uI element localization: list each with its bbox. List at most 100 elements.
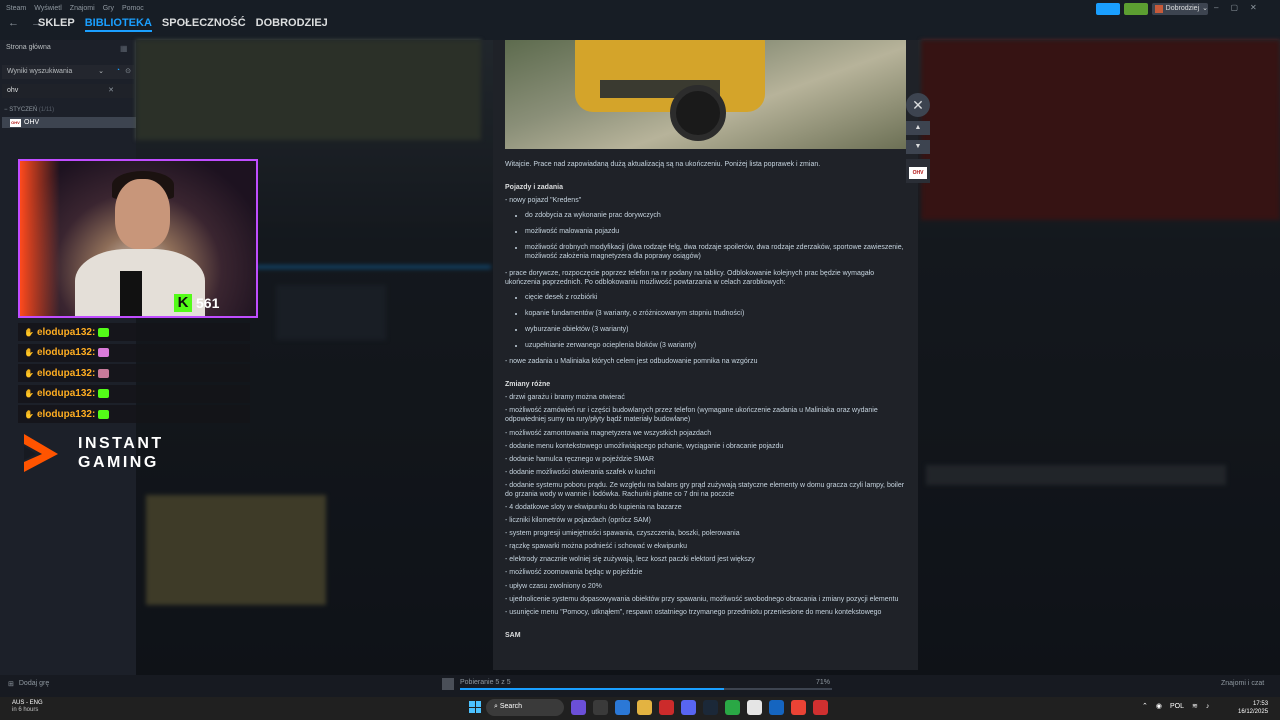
clear-search-icon[interactable]: ✕ (108, 86, 114, 94)
article-header-image (505, 40, 906, 149)
add-game-button[interactable]: ⊞ Dodaj grę (8, 680, 49, 688)
change-item: - dodanie możliwości otwierania szafek w… (505, 468, 656, 476)
weather-widget[interactable]: AUS - ENG in 6 hours (12, 700, 43, 714)
windows-start-icon[interactable] (469, 701, 481, 713)
chat-message: ✋ elodupa132: (18, 343, 250, 362)
sidebar-game-item[interactable]: OHV OHV (2, 117, 136, 128)
language-indicator[interactable]: POL (1170, 703, 1184, 710)
menu-help[interactable]: Pomoc (122, 5, 144, 12)
change-item: - drzwi garażu i bramy można otwierać (505, 394, 625, 402)
copilot-icon[interactable] (615, 700, 630, 715)
stream-chat: ✋ elodupa132: ✋ elodupa132: ✋ elodupa132… (18, 323, 250, 426)
chevron-down-icon: ⌄ (1202, 5, 1208, 12)
chat-message: ✋ elodupa132: (18, 405, 250, 424)
download-status[interactable]: Pobieranie 5 z 5 (460, 679, 511, 686)
grid-view-icon[interactable]: ▦ (120, 44, 128, 53)
clock-icon[interactable]: ◔ (116, 67, 120, 74)
obs-icon[interactable] (813, 700, 828, 715)
sidebar-home[interactable]: Strona główna (6, 44, 51, 51)
file-explorer-icon[interactable] (637, 700, 652, 715)
download-percent: 71% (816, 679, 831, 686)
filter-label: Wyniki wyszukiwania (7, 68, 73, 75)
close-icon[interactable]: ✕ (1250, 3, 1257, 12)
volume-icon[interactable]: ♪ (1206, 703, 1210, 710)
wifi-icon[interactable]: ≋ (1192, 702, 1198, 710)
chat-username: elodupa132: (36, 408, 96, 420)
sponsor-line1: INSTANT (78, 435, 164, 452)
streamer-face (115, 179, 170, 249)
chat-message: ✋ elodupa132: (18, 323, 250, 341)
download-icon[interactable]: ⊙ (125, 67, 131, 75)
emote-icon (98, 389, 110, 399)
taskbar-search[interactable]: ⌕ Search (486, 699, 564, 716)
filter-dropdown[interactable]: Wyniki wyszukiwania ⌄ ◔ ⊙ (2, 65, 134, 79)
restore-icon[interactable]: ▢ (1230, 3, 1238, 12)
chat-username: elodupa132: (36, 347, 96, 359)
steam-titlebar: Steam Wyświetl Znajomi Gry Pomoc ← → SKL… (0, 0, 1280, 40)
back-arrow-icon[interactable]: ← (8, 17, 19, 29)
chat-username: elodupa132: (36, 367, 96, 379)
chevron-down-icon: ⌄ (98, 68, 104, 75)
friends-chat-button[interactable]: Znajomi i czat (1221, 680, 1264, 687)
nav-library[interactable]: BIBLIOTEKA (84, 17, 152, 32)
notion-icon[interactable] (747, 700, 762, 715)
emote-icon (98, 327, 110, 337)
yellow-car (575, 40, 765, 112)
library-search-input[interactable]: ohv ✕ (2, 84, 134, 98)
nav-store[interactable]: SKLEP (38, 17, 75, 32)
close-modal-icon[interactable]: ✕ (906, 93, 930, 117)
article-intro: Witajcie. Prace nad zapowiadaną dużą akt… (505, 161, 821, 168)
change-item: - ujednolicenie systemu dopasowywania ob… (505, 595, 899, 603)
hand-icon: ✋ (24, 409, 34, 419)
chevron-up-icon[interactable]: ⌃ (1142, 702, 1148, 710)
hand-icon: ✋ (24, 348, 34, 358)
change-item: - usunięcie menu "Pomocy, utknąłem", res… (505, 608, 882, 616)
menu-games[interactable]: Gry (103, 5, 114, 12)
menu-steam[interactable]: Steam (6, 5, 26, 12)
instant-gaming-logo-icon (24, 434, 58, 472)
chat-username: elodupa132: (36, 388, 96, 400)
led-strip (20, 161, 60, 316)
app-icon[interactable] (725, 700, 740, 715)
microphone (120, 271, 142, 316)
collection-header[interactable]: − STYCZEŃ (1/11) (4, 107, 54, 113)
download-game-thumbnail[interactable] (442, 678, 454, 690)
chrome-icon[interactable] (791, 700, 806, 715)
tray-app-icon[interactable]: ◉ (1156, 702, 1162, 710)
add-game-label: Dodaj grę (18, 680, 50, 687)
list-item: uzupełnianie zerwanego ocieplenia bloków… (525, 341, 906, 350)
app-icon[interactable] (769, 700, 784, 715)
nav-community[interactable]: SPOŁECZNOŚĆ (162, 17, 246, 32)
steam-icon[interactable] (703, 700, 718, 715)
download-progress-bar (460, 688, 832, 690)
menu-view[interactable]: Wyświetl (34, 5, 62, 12)
user-name: Dobrodziej (1165, 5, 1200, 12)
chat-message: ✋ elodupa132: (18, 384, 250, 403)
opera-icon[interactable] (659, 700, 674, 715)
collapse-icon: − (4, 107, 8, 113)
article-body: Witajcie. Prace nad zapowiadaną dużą akt… (505, 160, 906, 644)
broadcast-icon[interactable] (1096, 3, 1120, 15)
car-wheel (670, 85, 726, 141)
system-tray: ⌃ ◉ POL ≋ ♪ (1142, 702, 1210, 711)
menu-friends[interactable]: Znajomi (70, 5, 95, 12)
previous-article-icon[interactable]: ▲ (906, 121, 930, 135)
taskbar-clock[interactable]: 17:53 16/12/2025 (1238, 700, 1268, 716)
game-badge[interactable]: OHV (906, 159, 930, 183)
user-menu[interactable]: Dobrodziej ⌄ (1152, 3, 1208, 15)
next-article-icon[interactable]: ▼ (906, 140, 930, 154)
game-logo-icon: OHV (909, 167, 927, 179)
change-item: - system progresji umiejętności spawania… (505, 530, 740, 538)
task-view-icon[interactable] (593, 700, 608, 715)
weather-title: AUS - ENG (12, 700, 43, 706)
windows-taskbar: AUS - ENG in 6 hours ⌕ Search ⌃ ◉ POL ≋ … (0, 697, 1280, 720)
discord-icon[interactable] (681, 700, 696, 715)
change-item: - rączkę spawarki można podnieść i schow… (505, 543, 688, 551)
minimize-icon[interactable]: – (1214, 3, 1218, 12)
game-name: OHV (24, 119, 40, 126)
nav-profile[interactable]: DOBRODZIEJ (256, 17, 328, 32)
kick-viewer-badge: K 561 (174, 292, 254, 314)
news-article-modal: Witajcie. Prace nad zapowiadaną dużą akt… (493, 40, 918, 670)
app-icon[interactable] (571, 700, 586, 715)
bell-icon[interactable] (1124, 3, 1148, 15)
